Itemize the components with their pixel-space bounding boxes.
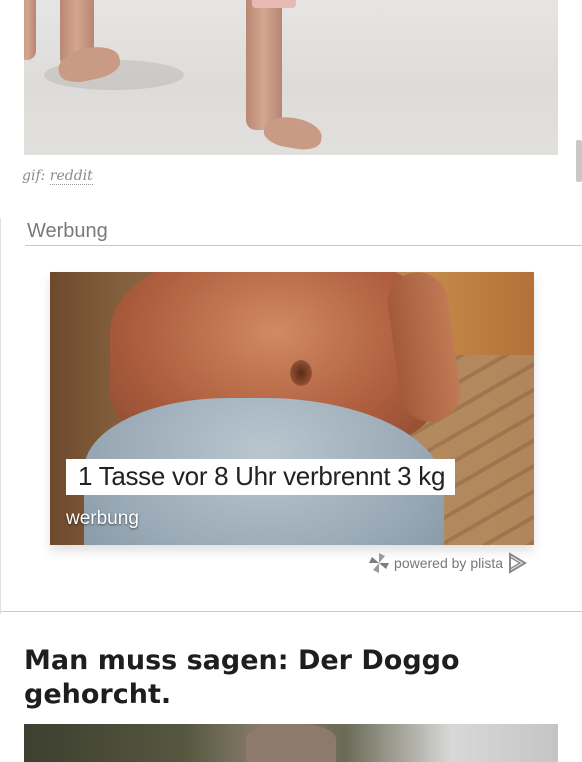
ad-headline[interactable]: 1 Tasse vor 8 Uhr verbrennt 3 kg <box>66 459 456 495</box>
ad-section-label: Werbung <box>27 220 108 242</box>
scrollbar-thumb[interactable] <box>576 140 582 182</box>
ad-bottom-divider <box>1 611 582 612</box>
plista-pinwheel-icon <box>369 553 390 573</box>
ad-card[interactable]: 1 Tasse vor 8 Uhr verbrennt 3 kg werbung <box>50 272 534 545</box>
image-leg-right <box>246 0 282 130</box>
plista-play-icon <box>509 552 527 574</box>
ad-section: Werbung 1 Tasse vor 8 Uhr verbrennt 3 kg… <box>0 218 582 614</box>
image-foot-right <box>261 113 325 153</box>
caption-prefix: gif: <box>22 168 46 184</box>
plista-attribution[interactable]: powered by plista <box>368 552 527 574</box>
caption-source-link[interactable]: reddit <box>49 168 93 185</box>
image-caption: gif: reddit <box>22 168 93 185</box>
ad-top-divider <box>25 245 582 246</box>
ad-tag: werbung <box>66 508 139 529</box>
image-leg-edge <box>24 0 36 60</box>
ad-image-navel <box>290 360 312 386</box>
powered-by-label: powered by plista <box>394 555 503 571</box>
article-image-bottom[interactable] <box>24 724 558 762</box>
image-clothing <box>252 0 296 8</box>
article-image-top[interactable] <box>24 0 558 155</box>
image-figure <box>246 724 336 762</box>
article-title: Man muss sagen: Der Doggo gehorcht. <box>24 645 460 710</box>
